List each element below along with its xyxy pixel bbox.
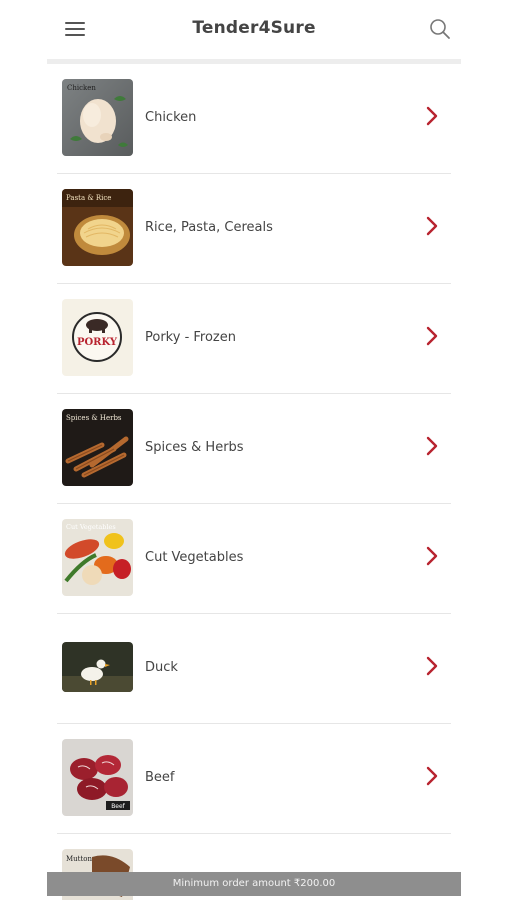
chevron-right-icon — [426, 766, 438, 786]
category-label: Cut Vegetables — [145, 550, 244, 565]
thumbnail-text: Pasta & Rice — [66, 194, 111, 202]
category-thumbnail: Cut Vegetables — [62, 519, 133, 596]
thumbnail-text: Cut Vegetables — [66, 523, 116, 531]
chevron-right-icon — [426, 216, 438, 236]
category-thumbnail — [62, 642, 133, 692]
chevron-right-icon — [426, 436, 438, 456]
category-list: Chicken Chicken Pasta & Rice Rice, Pasta… — [47, 64, 461, 900]
chevron-right-icon — [426, 656, 438, 676]
minimum-order-banner: Minimum order amount ₹200.00 — [47, 872, 461, 896]
thumbnail-text: PORKY — [77, 337, 118, 348]
thumbnail-text: Mutton — [66, 855, 93, 863]
category-item-cut-vegetables[interactable]: Cut Vegetables Cut Vegetables — [57, 504, 451, 614]
category-thumbnail: Beef — [62, 739, 133, 816]
category-thumbnail: PORKY — [62, 299, 133, 376]
category-item-spices-herbs[interactable]: Spices & Herbs Spices & Herbs — [57, 394, 451, 504]
app-header: Tender4Sure — [47, 0, 461, 60]
chevron-right-icon — [426, 546, 438, 566]
category-thumbnail: Spices & Herbs — [62, 409, 133, 486]
category-thumbnail: Chicken — [62, 79, 133, 156]
category-label: Duck — [145, 660, 178, 675]
category-item-rice-pasta-cereals[interactable]: Pasta & Rice Rice, Pasta, Cereals — [57, 174, 451, 284]
app-screen: Tender4Sure Chicken Chicken Pasta & Rice… — [47, 0, 461, 900]
chevron-right-icon — [426, 326, 438, 346]
category-label: Chicken — [145, 110, 197, 125]
category-label: Spices & Herbs — [145, 440, 244, 455]
thumbnail-text: Chicken — [67, 84, 96, 92]
thumbnail-text: Spices & Herbs — [66, 414, 122, 422]
thumbnail-text: Beef — [111, 803, 125, 810]
category-item-beef[interactable]: Beef Beef — [57, 724, 451, 834]
category-thumbnail: Pasta & Rice — [62, 189, 133, 266]
search-icon[interactable] — [429, 18, 451, 40]
category-label: Porky - Frozen — [145, 330, 236, 345]
app-title: Tender4Sure — [192, 18, 316, 38]
category-label: Rice, Pasta, Cereals — [145, 220, 273, 235]
chevron-right-icon — [426, 106, 438, 126]
category-item-duck[interactable]: Duck — [57, 614, 451, 724]
category-label: Beef — [145, 770, 175, 785]
category-item-chicken[interactable]: Chicken Chicken — [57, 64, 451, 174]
category-item-porky-frozen[interactable]: PORKY Porky - Frozen — [57, 284, 451, 394]
